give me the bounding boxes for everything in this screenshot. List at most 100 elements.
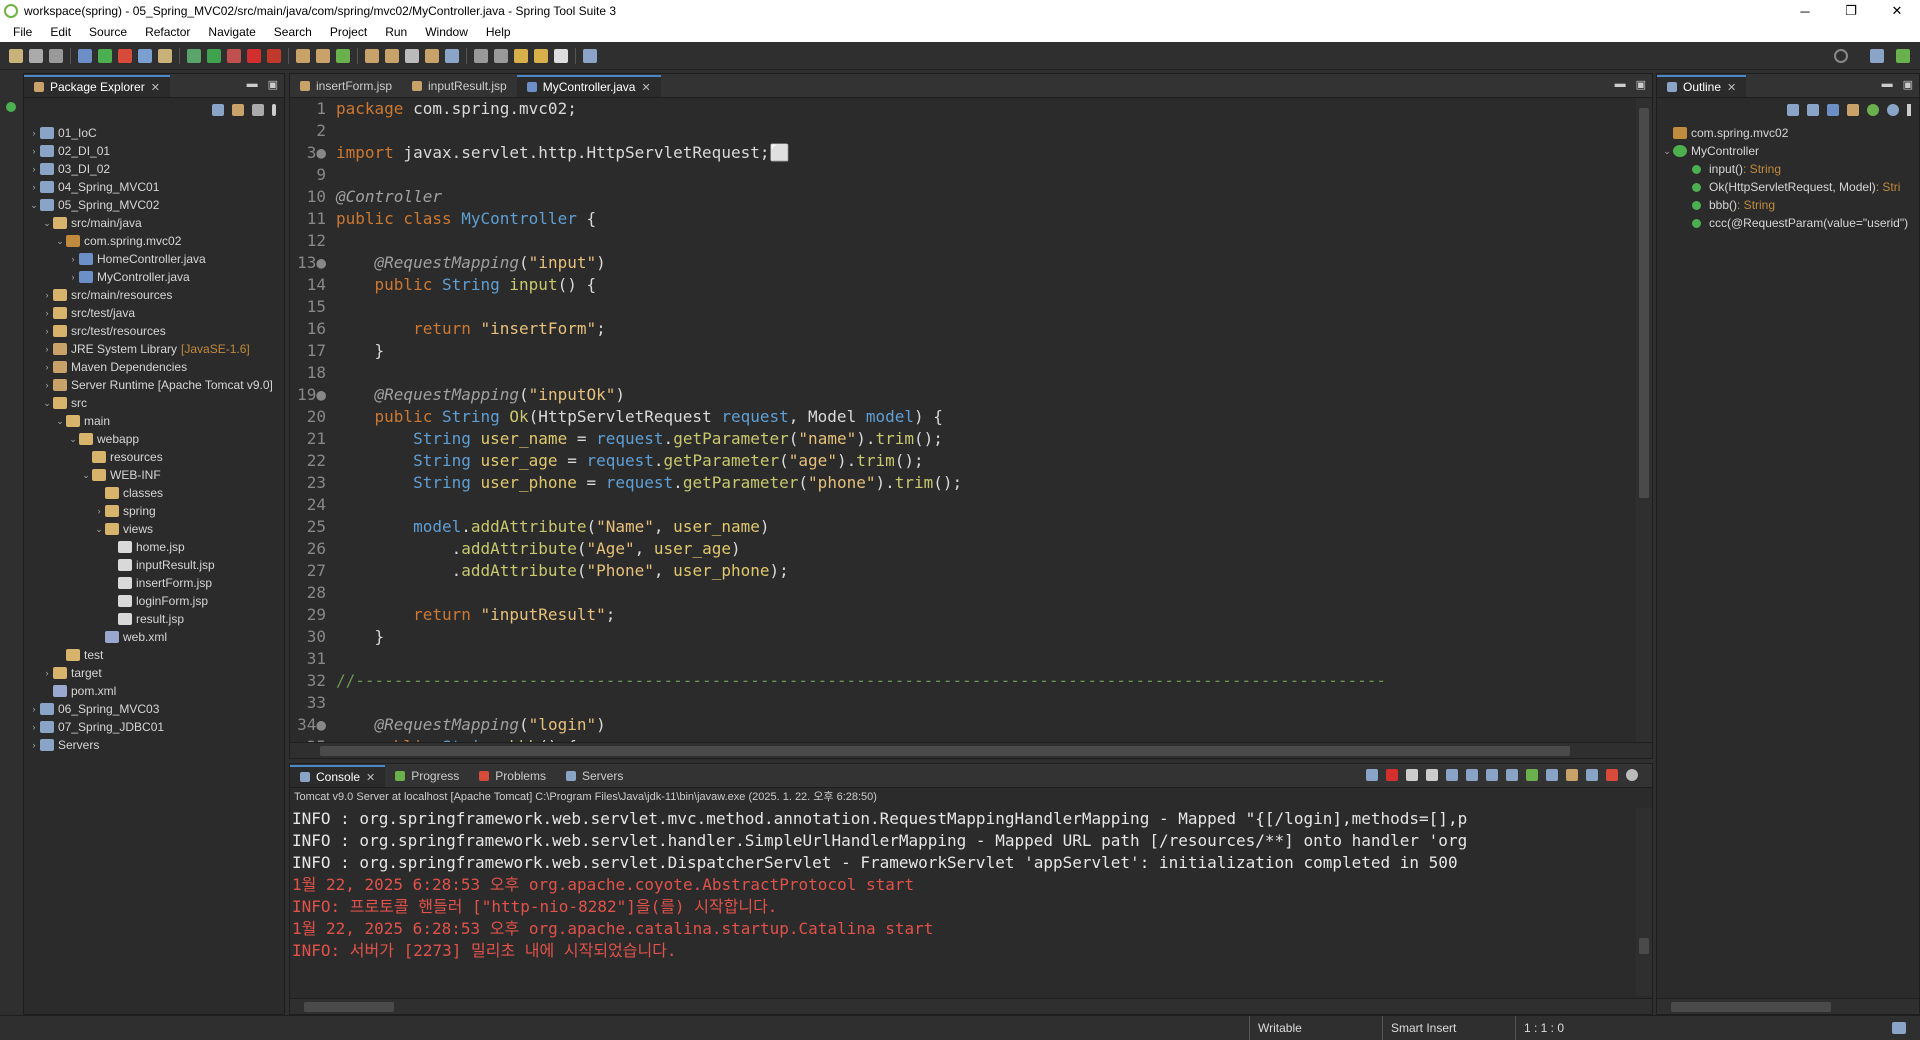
tree-item[interactable]: › Server Runtime [Apache Tomcat v9.0]: [24, 376, 284, 394]
menu-refactor[interactable]: Refactor: [136, 25, 199, 39]
open-folder-icon[interactable]: [365, 48, 379, 63]
expanded-arrow-icon[interactable]: ⌄: [54, 416, 66, 427]
spring-perspective-icon[interactable]: [1896, 49, 1910, 63]
menu-window[interactable]: Window: [416, 25, 477, 39]
editor-vertical-scrollbar[interactable]: [1636, 98, 1652, 742]
editor-tab[interactable]: MyController.java ✕: [516, 75, 661, 97]
expanded-arrow-icon[interactable]: ⌄: [41, 218, 53, 229]
forward-icon[interactable]: [554, 48, 568, 63]
outline-item[interactable]: ccc(@RequestParam(value="userid"): [1657, 214, 1919, 232]
close-icon[interactable]: ✕: [151, 81, 160, 94]
tree-item[interactable]: ⌄ src: [24, 394, 284, 412]
tree-item[interactable]: › src/test/resources: [24, 322, 284, 340]
expanded-arrow-icon[interactable]: ⌄: [1661, 146, 1673, 157]
code-line[interactable]: public String Ok(HttpServletRequest requ…: [336, 406, 1632, 428]
code-line[interactable]: import javax.servlet.http.HttpServletReq…: [336, 142, 1632, 164]
debug-icon[interactable]: [187, 48, 201, 63]
collapsed-arrow-icon[interactable]: ›: [67, 272, 79, 282]
editor-horizontal-scrollbar[interactable]: [290, 742, 1652, 758]
maximize-view-icon[interactable]: ▣: [1903, 78, 1913, 91]
maximize-view-icon[interactable]: ▣: [268, 78, 278, 91]
scrollbar-thumb[interactable]: [304, 1002, 394, 1012]
new-console-icon[interactable]: [1566, 769, 1578, 781]
editor-tab[interactable]: insertForm.jsp: [290, 75, 402, 97]
collapsed-arrow-icon[interactable]: ›: [28, 722, 40, 732]
tree-item[interactable]: › Servers: [24, 736, 284, 754]
filter-icon[interactable]: [252, 104, 264, 116]
open-console-icon[interactable]: [1526, 769, 1538, 781]
tree-item[interactable]: ⌄ main: [24, 412, 284, 430]
collapsed-arrow-icon[interactable]: ›: [41, 326, 53, 336]
minimize-view-icon[interactable]: ▬: [247, 78, 258, 91]
scroll-lock-icon[interactable]: [1466, 769, 1478, 781]
new-project-icon[interactable]: [296, 48, 310, 63]
code-line[interactable]: }: [336, 626, 1632, 648]
collapse-all-icon[interactable]: [212, 104, 224, 116]
tree-item[interactable]: result.jsp: [24, 610, 284, 628]
minimize-button[interactable]: ─: [1782, 0, 1828, 22]
code-line[interactable]: [336, 296, 1632, 318]
open-file-icon[interactable]: [385, 48, 399, 63]
code-line[interactable]: }: [336, 340, 1632, 362]
expanded-arrow-icon[interactable]: ⌄: [41, 398, 53, 409]
expanded-arrow-icon[interactable]: ⌄: [54, 236, 66, 247]
display-console-icon[interactable]: [1546, 769, 1558, 781]
expanded-arrow-icon[interactable]: ⌄: [67, 434, 79, 445]
pin-console-icon[interactable]: [1366, 769, 1378, 781]
tree-item[interactable]: ⌄ WEB-INF: [24, 466, 284, 484]
collapsed-arrow-icon[interactable]: ›: [67, 254, 79, 264]
collapsed-arrow-icon[interactable]: ›: [28, 182, 40, 192]
globe-icon[interactable]: [445, 48, 459, 63]
tree-item[interactable]: › spring: [24, 502, 284, 520]
outline-item[interactable]: bbb() : String: [1657, 196, 1919, 214]
code-line[interactable]: [336, 494, 1632, 516]
tree-item[interactable]: web.xml: [24, 628, 284, 646]
last-edit-icon[interactable]: [514, 48, 528, 63]
hide-nonpublic-icon[interactable]: [1867, 104, 1879, 116]
code-line[interactable]: @RequestMapping("input"): [336, 252, 1632, 274]
tree-item[interactable]: home.jsp: [24, 538, 284, 556]
code-line[interactable]: public class MyController {: [336, 208, 1632, 230]
tree-item[interactable]: › 07_Spring_JDBC01: [24, 718, 284, 736]
collapsed-arrow-icon[interactable]: ›: [28, 128, 40, 138]
collapsed-arrow-icon[interactable]: ›: [41, 362, 53, 372]
code-line[interactable]: [336, 120, 1632, 142]
menu-help[interactable]: Help: [477, 25, 520, 39]
clear-console-icon[interactable]: [1446, 769, 1458, 781]
code-line[interactable]: [336, 362, 1632, 384]
run-config-icon[interactable]: [227, 48, 241, 63]
collapsed-arrow-icon[interactable]: ›: [28, 704, 40, 714]
view-menu-icon[interactable]: [272, 104, 276, 116]
task-icon[interactable]: [425, 48, 439, 63]
tree-item[interactable]: resources: [24, 448, 284, 466]
link-with-editor-icon[interactable]: [232, 104, 244, 116]
outline-horizontal-scrollbar[interactable]: [1657, 998, 1919, 1014]
tree-item[interactable]: › target: [24, 664, 284, 682]
tree-item[interactable]: insertForm.jsp: [24, 574, 284, 592]
highlight-icon[interactable]: [1606, 769, 1618, 781]
prev-annotation-icon[interactable]: [494, 48, 508, 63]
minimize-view-icon[interactable]: ▬: [1615, 78, 1626, 91]
spring-dashboard-icon[interactable]: [6, 102, 16, 112]
collapsed-arrow-icon[interactable]: ›: [41, 344, 53, 354]
expanded-arrow-icon[interactable]: ⌄: [80, 470, 92, 481]
tree-item[interactable]: › 06_Spring_MVC03: [24, 700, 284, 718]
copy-icon[interactable]: [1586, 769, 1598, 781]
tree-item[interactable]: › 03_DI_02: [24, 160, 284, 178]
tree-item[interactable]: › 04_Spring_MVC01: [24, 178, 284, 196]
menu-file[interactable]: File: [4, 25, 41, 39]
tree-item[interactable]: ⌄ 05_Spring_MVC02: [24, 196, 284, 214]
maximize-button[interactable]: ❐: [1828, 0, 1874, 22]
close-button[interactable]: ✕: [1874, 0, 1920, 22]
code-line[interactable]: .addAttribute("Age", user_age): [336, 538, 1632, 560]
tree-item[interactable]: inputResult.jsp: [24, 556, 284, 574]
terminal-icon[interactable]: [78, 48, 92, 63]
tree-item[interactable]: › 01_IoC: [24, 124, 284, 142]
tree-item[interactable]: › JRE System Library [JavaSE-1.6]: [24, 340, 284, 358]
console-output[interactable]: INFO : org.springframework.web.servlet.m…: [290, 808, 1636, 996]
console-horizontal-scrollbar[interactable]: [290, 998, 1652, 1014]
tab-outline[interactable]: Outline ✕: [1657, 75, 1747, 97]
outline-item[interactable]: ⌄ MyController: [1657, 142, 1919, 160]
hide-local-types-icon[interactable]: [1887, 104, 1899, 116]
code-line[interactable]: //--------------------------------------…: [336, 670, 1632, 692]
